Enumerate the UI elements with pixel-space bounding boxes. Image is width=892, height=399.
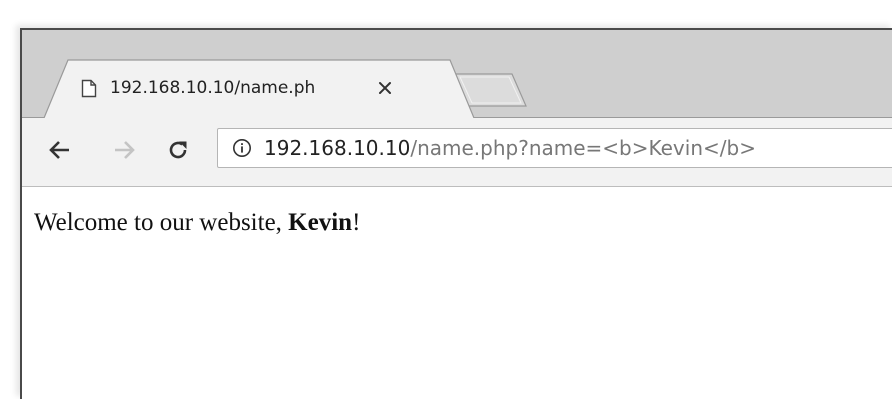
forward-button[interactable] bbox=[108, 134, 140, 166]
greeting-suffix: ! bbox=[352, 209, 361, 236]
toolbar: 192.168.10.10/name.php?name=<b>Kevin</b> bbox=[22, 118, 892, 187]
url-path: /name.php?name=<b>Kevin</b> bbox=[410, 136, 756, 160]
active-tab[interactable]: 192.168.10.10/name.ph bbox=[80, 74, 440, 102]
page-content: Welcome to our website, Kevin! bbox=[22, 187, 892, 399]
reload-icon bbox=[169, 141, 187, 159]
tab-strip: 192.168.10.10/name.ph bbox=[22, 30, 892, 118]
greeting-prefix: Welcome to our website, bbox=[34, 209, 289, 236]
welcome-message: Welcome to our website, Kevin! bbox=[34, 209, 360, 237]
reload-button[interactable] bbox=[162, 134, 194, 166]
url-host: 192.168.10.10 bbox=[264, 136, 411, 160]
url-text: 192.168.10.10/name.php?name=<b>Kevin</b> bbox=[264, 136, 756, 160]
new-tab-button[interactable] bbox=[452, 74, 522, 104]
info-icon[interactable] bbox=[232, 138, 252, 158]
browser-window: 192.168.10.10/name.ph 192.168.10.10/name… bbox=[20, 28, 892, 399]
address-bar[interactable]: 192.168.10.10/name.php?name=<b>Kevin</b> bbox=[217, 128, 892, 168]
forward-arrow-icon bbox=[115, 141, 135, 159]
back-arrow-icon bbox=[49, 141, 69, 159]
page-icon bbox=[80, 78, 98, 98]
user-name: Kevin bbox=[288, 209, 353, 236]
back-button[interactable] bbox=[44, 134, 76, 166]
tab-title: 192.168.10.10/name.ph bbox=[110, 78, 316, 98]
close-icon[interactable] bbox=[376, 79, 394, 97]
